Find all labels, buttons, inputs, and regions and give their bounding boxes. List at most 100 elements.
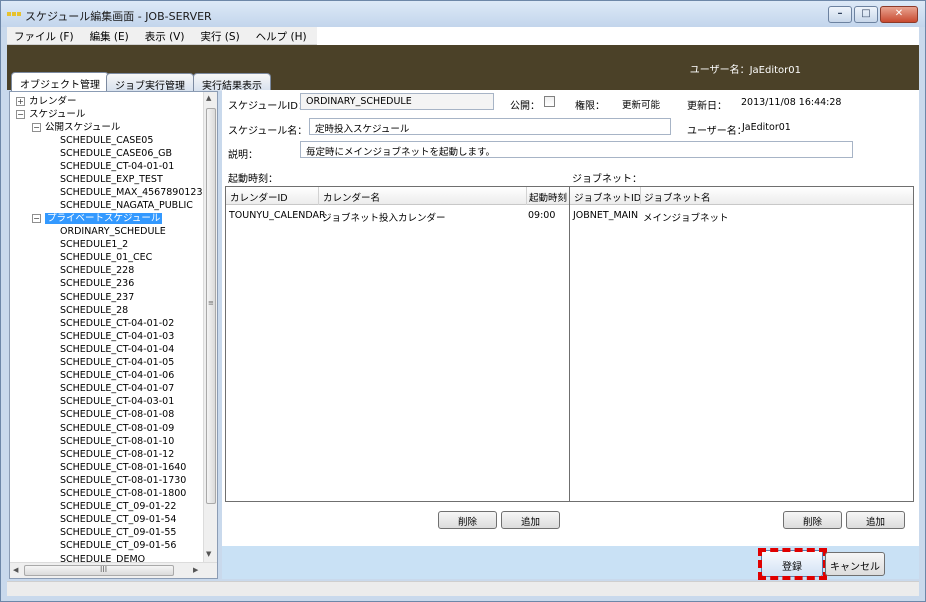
tree-item-private-schedule[interactable]: SCHEDULE_CT-04-01-05 (60, 356, 174, 369)
tree-item-label: SCHEDULE_CT-04-01-02 (60, 317, 175, 329)
tree-item-private-schedule[interactable]: SCHEDULE_CT-08-01-08 (60, 408, 174, 421)
tree-item-private-schedule[interactable]: SCHEDULE_CT-08-01-09 (60, 422, 174, 435)
column-divider[interactable] (640, 187, 641, 205)
menu-help[interactable]: ヘルプ (H) (249, 27, 316, 44)
tree-node-label: カレンダー (29, 96, 77, 107)
tree-item-private-schedule[interactable]: SCHEDULE_228 (60, 264, 134, 277)
scroll-thumb[interactable]: ≡ (206, 108, 216, 504)
tree-item-label: SCHEDULE_237 (60, 291, 135, 303)
tree-node-public-schedules[interactable]: − 公開スケジュール (32, 121, 120, 134)
window-controls: – □ ✕ (828, 6, 918, 23)
column-header-calendar-name[interactable]: カレンダー名 (323, 190, 380, 204)
owner-label: ユーザー名： (687, 126, 747, 137)
close-button[interactable]: ✕ (880, 6, 918, 23)
maximize-icon: □ (861, 8, 871, 19)
tree-item-label: SCHEDULE_CT-04-01-04 (60, 343, 175, 355)
title-bar[interactable]: スケジュール編集画面 - JOB-SERVER – □ ✕ (1, 1, 925, 27)
tree-item-private-schedule[interactable]: SCHEDULE_CT-04-01-03 (60, 330, 174, 343)
header-user-info: ユーザー名：JaEditor01 (690, 61, 801, 76)
schedule-edit-form: スケジュールID： ORDINARY_SCHEDULE 公開： 権限： 更新可能… (222, 90, 919, 579)
tree-node-calendar[interactable]: + カレンダー (16, 95, 77, 108)
start-time-add-button[interactable]: 追加 (501, 511, 560, 529)
column-header-start-time[interactable]: 起動時刻 (529, 190, 567, 204)
scroll-thumb[interactable]: III (24, 565, 174, 576)
tree-item-private-schedule[interactable]: SCHEDULE_01_CEC (60, 251, 152, 264)
scroll-down-icon[interactable]: ▼ (206, 550, 211, 558)
tree-item-public-schedule[interactable]: SCHEDULE_NAGATA_PUBLIC (60, 199, 193, 212)
maximize-button[interactable]: □ (854, 6, 878, 23)
scroll-right-icon[interactable]: ▶ (193, 566, 198, 574)
tree-horizontal-scrollbar[interactable]: ◀ III ▶ (10, 562, 217, 578)
tree-item-public-schedule[interactable]: SCHEDULE_MAX_4567890123456 (60, 186, 205, 199)
app-icon (7, 12, 21, 16)
tree-vertical-scrollbar[interactable]: ▲ ≡ ▼ (203, 92, 217, 562)
minimize-button[interactable]: – (828, 6, 852, 23)
tree-item-label: SCHEDULE_CASE06_GB (60, 148, 173, 159)
tree-node-private-schedules[interactable]: − プライベートスケジュール (32, 212, 163, 225)
tree-item-private-schedule[interactable]: SCHEDULE_CT-08-01-12 (60, 448, 174, 461)
tree-item-private-schedule[interactable]: SCHEDULE_28 (60, 304, 128, 317)
tree-item-private-schedule[interactable]: SCHEDULE_237 (60, 291, 134, 304)
start-time-delete-button[interactable]: 削除 (438, 511, 497, 529)
description-field[interactable]: 毎定時にメインジョブネットを起動します。 (300, 141, 853, 158)
tree-item-public-schedule[interactable]: SCHEDULE_CT-04-01-01 (60, 160, 174, 173)
column-divider[interactable] (318, 187, 319, 205)
schedule-name-field[interactable]: 定時投入スケジュール (309, 118, 671, 135)
authority-value: 更新可能 (622, 100, 661, 111)
tree-item-public-schedule[interactable]: SCHEDULE_EXP_TEST (60, 173, 163, 186)
minimize-icon: – (837, 8, 843, 19)
jobnet-add-button[interactable]: 追加 (846, 511, 905, 529)
authority-label: 権限： (575, 101, 605, 112)
tree-item-label: SCHEDULE_228 (60, 265, 135, 277)
menu-file[interactable]: ファイル (F) (7, 27, 83, 44)
menu-run[interactable]: 実行 (S) (193, 27, 248, 44)
object-tree-panel: + カレンダー − スケジュール − 公開スケジュール SCHEDULE_CASE05… (9, 91, 218, 579)
scroll-left-icon[interactable]: ◀ (13, 566, 18, 574)
schedule-id-field[interactable]: ORDINARY_SCHEDULE (300, 93, 494, 110)
tree-item-private-schedule[interactable]: SCHEDULE_CT-04-01-04 (60, 343, 174, 356)
tree-item-private-schedule[interactable]: SCHEDULE_DEMO (60, 553, 145, 563)
tree-item-public-schedule[interactable]: SCHEDULE_CASE05 (60, 134, 153, 147)
tree-item-private-schedule[interactable]: SCHEDULE_CT-04-01-07 (60, 382, 174, 395)
tree-item-private-schedule[interactable]: SCHEDULE_CT-04-01-02 (60, 317, 174, 330)
tree-item-label: SCHEDULE_CT-08-01-1730 (60, 474, 187, 486)
column-divider[interactable] (526, 187, 527, 205)
tree-item-private-schedule[interactable]: SCHEDULE_236 (60, 277, 134, 290)
jobnet-table[interactable]: ジョブネットID ジョブネット名 JOBNET_MAIN メインジョブネット (569, 186, 914, 502)
tree-item-private-schedule[interactable]: SCHEDULE_CT-08-01-1730 (60, 474, 186, 487)
cancel-button[interactable]: キャンセル (825, 552, 885, 576)
tab-object-management[interactable]: オブジェクト管理 (11, 72, 109, 91)
tree-item-private-schedule[interactable]: SCHEDULE_CT-08-01-10 (60, 435, 174, 448)
menu-view[interactable]: 表示 (V) (138, 27, 194, 44)
menu-edit[interactable]: 編集 (E) (83, 27, 138, 44)
collapse-icon[interactable]: − (32, 123, 41, 132)
tree-item-private-schedule[interactable]: SCHEDULE_CT-08-01-1800 (60, 487, 186, 500)
tree-item-private-schedule[interactable]: SCHEDULE_CT_09-01-22 (60, 500, 176, 513)
public-checkbox[interactable] (544, 96, 555, 107)
column-header-jobnet-name[interactable]: ジョブネット名 (644, 190, 711, 204)
column-header-jobnet-id[interactable]: ジョブネットID (574, 190, 641, 204)
tree-item-private-schedule[interactable]: SCHEDULE_CT_09-01-55 (60, 526, 176, 539)
tab-execution-results[interactable]: 実行結果表示 (193, 73, 271, 92)
jobnet-delete-button[interactable]: 削除 (783, 511, 842, 529)
tree-item-private-schedule[interactable]: SCHEDULE_CT-04-01-06 (60, 369, 174, 382)
tree-item-private-schedule[interactable]: SCHEDULE_CT_09-01-56 (60, 539, 176, 552)
tree-node-label: 公開スケジュール (45, 122, 121, 133)
tree-node-schedule[interactable]: − スケジュール (16, 108, 85, 121)
collapse-icon[interactable]: − (32, 214, 41, 223)
register-button[interactable]: 登録 (761, 550, 823, 577)
tree-item-private-schedule[interactable]: SCHEDULE1_2 (60, 238, 128, 251)
tree-item-private-schedule[interactable]: SCHEDULE_CT-04-03-01 (60, 395, 174, 408)
scroll-up-icon[interactable]: ▲ (206, 94, 211, 102)
tree-item-private-schedule[interactable]: ORDINARY_SCHEDULE (60, 225, 166, 238)
collapse-icon[interactable]: − (16, 110, 25, 119)
tree-item-private-schedule[interactable]: SCHEDULE_CT_09-01-54 (60, 513, 176, 526)
grip-icon: ≡ (208, 299, 214, 307)
tree-item-public-schedule[interactable]: SCHEDULE_CASE06_GB (60, 147, 172, 160)
column-header-calendar-id[interactable]: カレンダーID (230, 190, 288, 204)
tree-node-label: プライベートスケジュール (45, 213, 163, 224)
tree-item-private-schedule[interactable]: SCHEDULE_CT-08-01-1640 (60, 461, 186, 474)
tab-job-execution[interactable]: ジョブ実行管理 (106, 73, 194, 92)
expand-icon[interactable]: + (16, 97, 25, 106)
start-time-table[interactable]: カレンダーID カレンダー名 起動時刻 TOUNYU_CALENDAR ジョブネ… (225, 186, 570, 502)
